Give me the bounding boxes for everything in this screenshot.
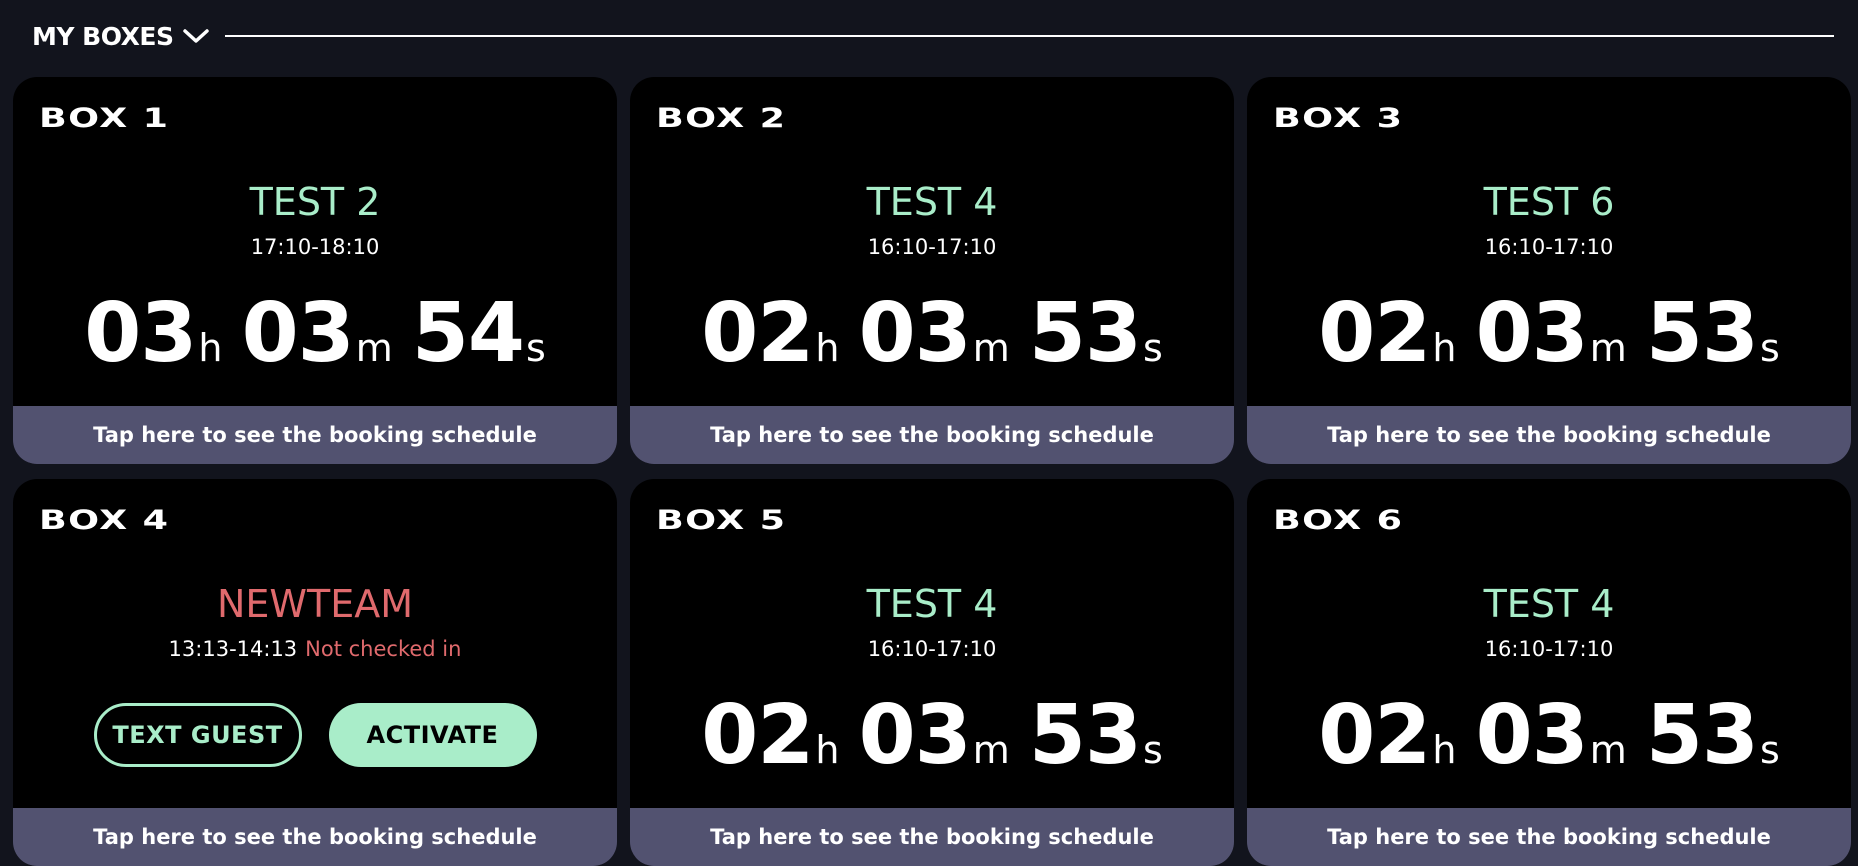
minutes-unit: m [1589,728,1627,772]
booking-schedule-link[interactable]: Tap here to see the booking schedule [1247,406,1851,464]
team-name: TEST 4 [866,582,998,626]
countdown-seconds: 54 [411,286,525,381]
countdown-hours: 02 [701,286,814,381]
box-label: BOX 6 [1273,505,1404,536]
hours-unit: h [1432,728,1457,772]
countdown-minutes: 03 [858,688,972,783]
seconds-unit: s [1759,728,1780,772]
team-name: NEWTEAM [216,582,413,626]
box-label: BOX 1 [39,103,170,134]
countdown-minutes: 03 [241,286,355,381]
time-range: 16:10-17:10 [1484,235,1614,259]
booking-schedule-link[interactable]: Tap here to see the booking schedule [13,406,617,464]
minutes-unit: m [972,728,1010,772]
box-card-4: BOX 4 NEWTEAM 13:13-14:13 Not checked in … [13,479,617,866]
countdown-hours: 03 [84,286,197,381]
minutes-unit: m [355,326,393,370]
text-guest-button[interactable]: TEXT GUEST [93,703,302,767]
minutes-unit: m [1589,326,1627,370]
box-card-6: BOX 6 TEST 4 16:10-17:10 02h 03m 53s Tap… [1247,479,1851,866]
hours-unit: h [1432,326,1457,370]
header-divider [225,35,1834,37]
countdown-hours: 02 [1318,688,1431,783]
countdown-seconds: 53 [1028,286,1142,381]
box-card-3: BOX 3 TEST 6 16:10-17:10 02h 03m 53s Tap… [1247,77,1851,464]
box-label: BOX 5 [656,505,787,536]
hours-unit: h [815,728,840,772]
countdown-hours: 02 [1318,286,1431,381]
countdown-timer: 02h 03m 53s [630,691,1234,781]
team-name: TEST 4 [1483,582,1615,626]
booking-schedule-link[interactable]: Tap here to see the booking schedule [630,406,1234,464]
team-name: TEST 6 [1483,180,1615,224]
hours-unit: h [815,326,840,370]
time-range: 16:10-17:10 [1484,637,1614,661]
time-range-row: 13:13-14:13 Not checked in [13,637,617,661]
booking-schedule-link[interactable]: Tap here to see the booking schedule [1247,808,1851,866]
countdown-seconds: 53 [1645,688,1759,783]
countdown-timer: 03h 03m 54s [13,289,617,379]
chevron-down-icon[interactable] [181,21,211,51]
box-label: BOX 2 [656,103,787,134]
countdown-minutes: 03 [1475,688,1589,783]
seconds-unit: s [525,326,546,370]
minutes-unit: m [972,326,1010,370]
box-label: BOX 4 [39,505,170,536]
check-in-status: Not checked in [305,637,462,661]
countdown-timer: 02h 03m 53s [1247,289,1851,379]
time-range: 16:10-17:10 [867,637,997,661]
section-title: MY BOXES [32,21,174,51]
box-actions: TEXT GUEST ACTIVATE [13,703,617,767]
boxes-grid: BOX 1 TEST 2 17:10-18:10 03h 03m 54s Tap… [13,77,1853,866]
countdown-minutes: 03 [858,286,972,381]
time-range: 16:10-17:10 [867,235,997,259]
seconds-unit: s [1759,326,1780,370]
countdown-minutes: 03 [1475,286,1589,381]
countdown-hours: 02 [701,688,814,783]
team-name: TEST 4 [866,180,998,224]
countdown-timer: 02h 03m 53s [630,289,1234,379]
countdown-seconds: 53 [1645,286,1759,381]
booking-schedule-link[interactable]: Tap here to see the booking schedule [13,808,617,866]
section-header: MY BOXES [32,14,1834,58]
box-card-1: BOX 1 TEST 2 17:10-18:10 03h 03m 54s Tap… [13,77,617,464]
team-name: TEST 2 [249,180,381,224]
seconds-unit: s [1142,326,1163,370]
seconds-unit: s [1142,728,1163,772]
box-card-5: BOX 5 TEST 4 16:10-17:10 02h 03m 53s Tap… [630,479,1234,866]
box-card-2: BOX 2 TEST 4 16:10-17:10 02h 03m 53s Tap… [630,77,1234,464]
time-range: 17:10-18:10 [250,235,380,259]
box-label: BOX 3 [1273,103,1404,134]
booking-schedule-link[interactable]: Tap here to see the booking schedule [630,808,1234,866]
countdown-seconds: 53 [1028,688,1142,783]
hours-unit: h [198,326,223,370]
countdown-timer: 02h 03m 53s [1247,691,1851,781]
time-range: 13:13-14:13 [168,637,298,661]
activate-button[interactable]: ACTIVATE [328,703,537,767]
